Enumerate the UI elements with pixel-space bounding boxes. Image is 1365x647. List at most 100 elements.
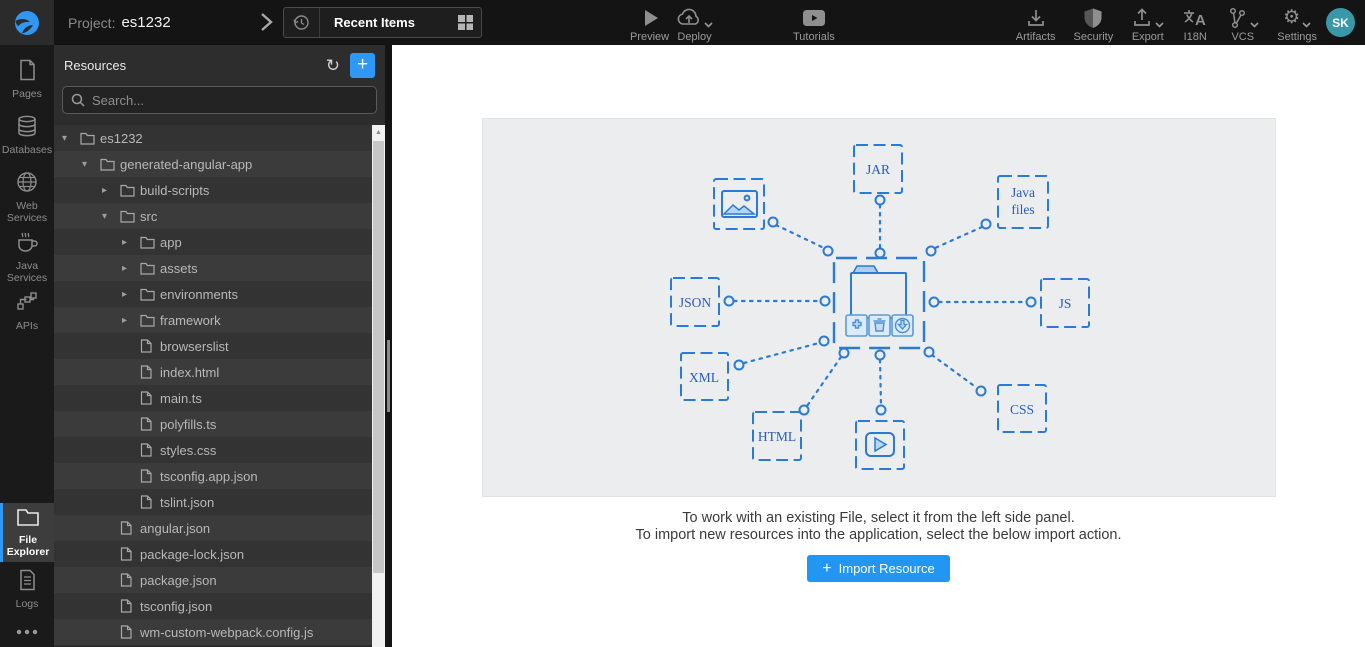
- tree-item-label: polyfills.ts: [160, 416, 217, 432]
- history-icon: [284, 8, 320, 37]
- html-node[interactable]: HTML: [751, 411, 802, 461]
- tree-row-styles.css[interactable]: styles.css: [54, 437, 372, 463]
- tree-row-angular.json[interactable]: angular.json: [54, 515, 372, 541]
- json-node[interactable]: JSON: [669, 277, 720, 327]
- scrollbar-thumb[interactable]: [373, 141, 384, 573]
- node-label-jar: JAR: [865, 162, 889, 177]
- tree-row-index.html[interactable]: index.html: [54, 359, 372, 385]
- image-file-node[interactable]: [712, 178, 765, 230]
- security-button[interactable]: Security: [1074, 5, 1113, 43]
- tree-row-browserslist[interactable]: browserslist: [54, 333, 372, 359]
- js-node[interactable]: JS: [1039, 278, 1090, 328]
- video-file-node[interactable]: [854, 420, 905, 470]
- tutorials-button[interactable]: Tutorials: [793, 5, 835, 43]
- tree-item-label: main.ts: [160, 390, 202, 406]
- node-label-js: JS: [1058, 296, 1071, 311]
- artifacts-button[interactable]: Artifacts: [1016, 5, 1056, 43]
- shield-icon: [1084, 8, 1102, 28]
- tree-row-generated-angular-app[interactable]: ▾ generated-angular-app: [54, 151, 372, 177]
- tree-item-label: tsconfig.json: [140, 598, 213, 614]
- caret-right-icon[interactable]: ▸: [102, 185, 120, 196]
- main-content: JAR Java files JSON JS XML CSS HTML To w…: [392, 45, 1365, 647]
- vcs-button[interactable]: VCS: [1226, 5, 1259, 43]
- resize-handle[interactable]: [387, 340, 390, 412]
- rail-label: File Explorer: [6, 534, 50, 558]
- xml-node[interactable]: XML: [679, 352, 729, 401]
- tree-row-tsconfig.json[interactable]: tsconfig.json: [54, 593, 372, 619]
- tree-item-label: package.json: [140, 572, 217, 588]
- page-icon: [18, 59, 37, 84]
- tree-row-package.json[interactable]: package.json: [54, 567, 372, 593]
- recent-items-dropdown[interactable]: Recent Items: [283, 7, 482, 38]
- caret-down-icon[interactable]: ▾: [82, 159, 100, 170]
- caret-right-icon[interactable]: ▸: [122, 237, 140, 248]
- refresh-icon[interactable]: ↻: [326, 57, 340, 74]
- central-folder-icon: [851, 265, 879, 274]
- tree-scrollbar[interactable]: ▲: [372, 125, 385, 647]
- central-folder-node[interactable]: [832, 256, 925, 350]
- search-box[interactable]: [62, 86, 377, 114]
- sidebar-item-apis[interactable]: APIs: [0, 287, 54, 336]
- tree-row-framework[interactable]: ▸ framework: [54, 307, 372, 333]
- api-nodes-icon: [16, 291, 38, 316]
- delete-icon[interactable]: [867, 314, 891, 337]
- caret-right-icon[interactable]: ▸: [122, 289, 140, 300]
- tree-row-tsconfig.app.json[interactable]: tsconfig.app.json: [54, 463, 372, 489]
- tree-row-wm-custom-webpack.config.js[interactable]: wm-custom-webpack.config.js: [54, 619, 372, 645]
- tree-row-src[interactable]: ▾ src: [54, 203, 372, 229]
- download-icon[interactable]: [890, 314, 914, 337]
- import-resource-button[interactable]: + Import Resource: [807, 555, 950, 582]
- folder-icon: [120, 210, 140, 223]
- tree-row-assets[interactable]: ▸ assets: [54, 255, 372, 281]
- recent-items-label: Recent Items: [334, 15, 415, 30]
- upload-tray-icon: [1134, 8, 1151, 26]
- tree-row-package-lock.json[interactable]: package-lock.json: [54, 541, 372, 567]
- add-resource-button[interactable]: +: [350, 52, 375, 78]
- sidebar-item-databases[interactable]: Databases: [0, 111, 54, 160]
- settings-button[interactable]: ⚙ Settings: [1277, 5, 1317, 43]
- video-file-icon: [864, 432, 895, 457]
- tree-row-main.ts[interactable]: main.ts: [54, 385, 372, 411]
- i18n-button[interactable]: A I18N: [1182, 5, 1208, 43]
- add-icon[interactable]: [844, 314, 868, 337]
- chevron-right-icon[interactable]: [258, 10, 274, 34]
- preview-label: Preview: [630, 31, 670, 43]
- tree-row-app[interactable]: ▸ app: [54, 229, 372, 255]
- java-files-node[interactable]: Java files: [996, 175, 1049, 229]
- caret-right-icon[interactable]: ▸: [122, 315, 140, 326]
- tree-row-es1232[interactable]: ▾ es1232: [54, 125, 372, 151]
- sidebar-item-web-services[interactable]: Web Services: [0, 167, 54, 228]
- translate-icon: A: [1184, 10, 1206, 29]
- tree-row-polyfills.ts[interactable]: polyfills.ts: [54, 411, 372, 437]
- more-menu-button[interactable]: [0, 623, 54, 644]
- jar-node[interactable]: JAR: [852, 144, 903, 194]
- instructions-line-1: To work with an existing File, select it…: [682, 510, 1075, 526]
- tree-row-environments[interactable]: ▸ environments: [54, 281, 372, 307]
- tree-item-label: angular.json: [140, 520, 211, 536]
- tree-item-label: tsconfig.app.json: [160, 468, 258, 484]
- sidebar-item-logs[interactable]: Logs: [0, 565, 54, 614]
- tree-row-tslint.json[interactable]: tslint.json: [54, 489, 372, 515]
- caret-down-icon[interactable]: ▾: [62, 133, 80, 144]
- tree-item-label: browserslist: [160, 338, 229, 354]
- project-name: es1232: [121, 14, 171, 31]
- plus-icon: +: [822, 559, 832, 577]
- node-label-css: CSS: [1009, 402, 1033, 417]
- panel-resize-gutter[interactable]: [385, 45, 392, 647]
- sidebar-item-java-services[interactable]: Java Services: [0, 227, 54, 288]
- sidebar-item-file-explorer[interactable]: File Explorer: [0, 503, 54, 562]
- tree-row-build-scripts[interactable]: ▸ build-scripts: [54, 177, 372, 203]
- caret-right-icon[interactable]: ▸: [122, 263, 140, 274]
- sidebar-item-pages[interactable]: Pages: [0, 55, 54, 104]
- deploy-button[interactable]: Deploy: [676, 5, 713, 43]
- preview-button[interactable]: Preview: [630, 5, 669, 43]
- scroll-up-icon[interactable]: ▲: [372, 125, 385, 139]
- caret-down-icon[interactable]: ▾: [102, 211, 120, 222]
- user-avatar[interactable]: SK: [1326, 8, 1355, 37]
- css-node[interactable]: CSS: [996, 384, 1047, 433]
- export-button[interactable]: Export: [1131, 5, 1164, 43]
- wavemaker-logo[interactable]: [0, 0, 54, 45]
- instructions-line-2: To import new resources into the applica…: [635, 527, 1122, 543]
- grid-view-icon[interactable]: [449, 14, 481, 31]
- search-input[interactable]: [92, 92, 368, 108]
